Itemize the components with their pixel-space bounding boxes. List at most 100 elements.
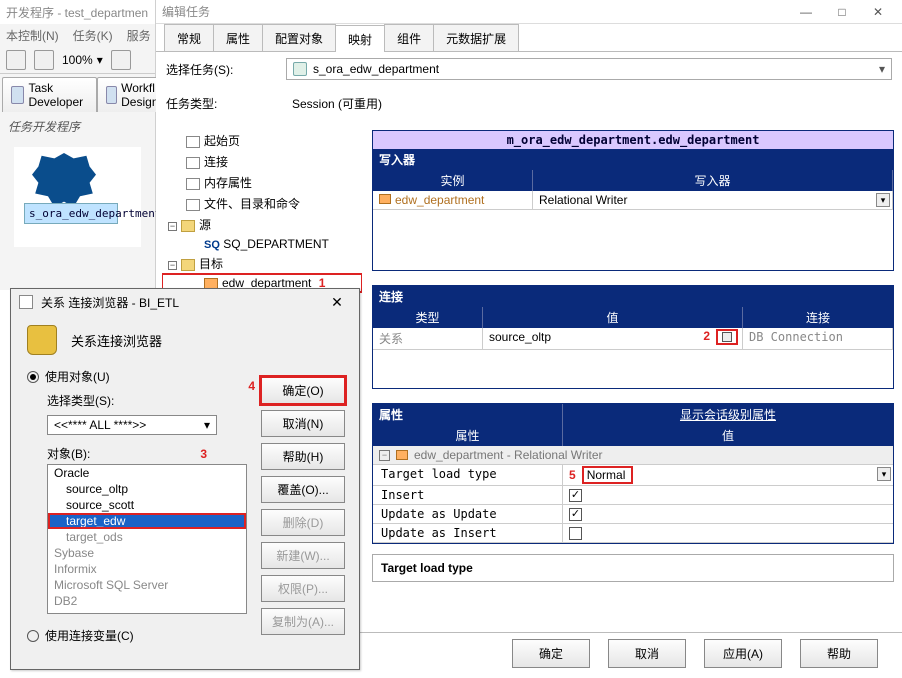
toolbar-print-icon[interactable] xyxy=(34,50,54,70)
ok-button[interactable]: 确定 xyxy=(512,639,590,668)
dialog-copyas-button[interactable]: 复制为(A)... xyxy=(261,608,345,635)
page-icon xyxy=(186,157,200,169)
conn-col-type: 类型 xyxy=(373,307,483,328)
objects-listbox[interactable]: Oracle source_oltp source_scott target_e… xyxy=(47,464,247,614)
writers-col-instance: 实例 xyxy=(373,170,533,191)
objects-label: 对象(B): xyxy=(47,445,90,462)
editor-title: 编辑任务 xyxy=(162,3,788,20)
chevron-down-icon[interactable]: ▾ xyxy=(97,53,103,67)
show-session-level-link[interactable]: 显示会话级别属性 xyxy=(563,404,893,425)
toolbar-save-icon[interactable] xyxy=(6,50,26,70)
dialog-override-button[interactable]: 覆盖(O)... xyxy=(261,476,345,503)
tree-start-page[interactable]: 起始页 xyxy=(204,134,240,148)
prop-value[interactable]: Normal xyxy=(582,466,634,484)
menu-control[interactable]: 本控制(N) xyxy=(6,27,59,44)
prop-update-as-insert[interactable]: Update as Insert xyxy=(373,524,893,543)
conn-row[interactable]: 关系 source_oltp 2 DB Connection xyxy=(373,328,893,350)
properties-section-label: 属性 xyxy=(373,404,563,425)
annotation-4: 4 xyxy=(248,379,255,393)
cancel-button[interactable]: 取消 xyxy=(608,639,686,668)
dialog-permissions-button[interactable]: 权限(P)... xyxy=(261,575,345,602)
tab-properties[interactable]: 属性 xyxy=(213,24,263,51)
menu-service[interactable]: 服务 xyxy=(127,27,151,44)
props-group-header[interactable]: − edw_department - Relational Writer xyxy=(373,446,893,465)
close-button[interactable]: ✕ xyxy=(860,1,896,23)
prop-key: Insert xyxy=(373,486,563,504)
chevron-down-icon[interactable]: ▾ xyxy=(879,62,885,76)
prop-key: Target load type xyxy=(373,465,563,485)
page-icon xyxy=(186,136,200,148)
page-icon xyxy=(186,178,200,190)
props-col-attr: 属性 xyxy=(373,425,563,446)
writers-row[interactable]: edw_department Relational Writer▾ xyxy=(373,191,893,210)
list-item-db2[interactable]: DB2 xyxy=(48,593,246,609)
chevron-down-icon[interactable]: ▾ xyxy=(204,418,210,432)
select-task-field[interactable]: s_ora_edw_department ▾ xyxy=(286,58,892,80)
tab-mapping[interactable]: 映射 xyxy=(335,25,385,52)
tab-general[interactable]: 常规 xyxy=(164,24,214,51)
dialog-cancel-button[interactable]: 取消(N) xyxy=(261,410,345,437)
list-item-informix[interactable]: Informix xyxy=(48,561,246,577)
select-type-combo[interactable]: <<**** ALL ****>> ▾ xyxy=(47,415,217,435)
session-gear-icon xyxy=(32,153,96,207)
minimize-button[interactable]: — xyxy=(788,1,824,23)
collapse-icon[interactable]: − xyxy=(379,450,390,461)
tree-memory[interactable]: 内存属性 xyxy=(204,176,252,190)
maximize-button[interactable]: □ xyxy=(824,1,860,23)
collapse-icon[interactable]: − xyxy=(168,222,177,231)
arrow-down-icon xyxy=(722,332,732,342)
list-item-source-oltp[interactable]: source_oltp xyxy=(48,481,246,497)
prop-target-load-type[interactable]: Target load type 5 Normal ▾ xyxy=(373,465,893,486)
properties-panel: 属性 显示会话级别属性 属性 值 − edw_department - Rela… xyxy=(372,403,894,544)
list-item-mssql[interactable]: Microsoft SQL Server xyxy=(48,577,246,593)
tree-files[interactable]: 文件、目录和命令 xyxy=(204,197,300,211)
list-item-source-scott[interactable]: source_scott xyxy=(48,497,246,513)
select-task-label: 选择任务(S): xyxy=(166,61,276,78)
session-node-label[interactable]: s_ora_edw_department xyxy=(24,203,118,224)
tree-targets-folder[interactable]: 目标 xyxy=(199,257,223,271)
tab-metadata-ext[interactable]: 元数据扩展 xyxy=(433,24,519,51)
browse-connection-button[interactable] xyxy=(716,329,738,345)
dialog-new-button[interactable]: 新建(W)... xyxy=(261,542,345,569)
navigator-canvas[interactable]: s_ora_edw_department xyxy=(14,147,141,247)
tab-components[interactable]: 组件 xyxy=(384,24,434,51)
dialog-delete-button[interactable]: 删除(D) xyxy=(261,509,345,536)
list-item-sybase[interactable]: Sybase xyxy=(48,545,246,561)
checkbox-unchecked-icon[interactable] xyxy=(569,527,582,540)
target-icon xyxy=(396,450,408,460)
checkbox-checked-icon[interactable]: ✓ xyxy=(569,508,582,521)
page-icon xyxy=(186,199,200,211)
toolbar-zoom-icon[interactable] xyxy=(111,50,131,70)
dialog-help-button[interactable]: 帮助(H) xyxy=(261,443,345,470)
tree-connection[interactable]: 连接 xyxy=(204,155,228,169)
apply-button[interactable]: 应用(A) xyxy=(704,639,782,668)
tab-config-objects[interactable]: 配置对象 xyxy=(262,24,336,51)
task-developer-icon xyxy=(11,86,24,104)
connection-browser-dialog: 关系 连接浏览器 - BI_ETL ✕ 关系连接浏览器 使用对象(U) 4 确定… xyxy=(10,288,360,670)
navigator-title: 任务开发程序 xyxy=(0,112,155,141)
folder-icon xyxy=(181,259,195,271)
chevron-down-icon[interactable]: ▾ xyxy=(877,467,891,481)
tree-sq-department[interactable]: SQ_DEPARTMENT xyxy=(223,237,329,251)
annotation-2: 2 xyxy=(703,329,710,343)
list-item-target-ods[interactable]: target_ods xyxy=(48,529,246,545)
collapse-icon[interactable]: − xyxy=(168,261,177,270)
dialog-close-button[interactable]: ✕ xyxy=(323,294,351,311)
conn-connection-value: DB Connection xyxy=(743,328,893,350)
prop-insert[interactable]: Insert ✓ xyxy=(373,486,893,505)
chevron-down-icon[interactable]: ▾ xyxy=(876,193,890,207)
tab-task-developer[interactable]: Task Developer xyxy=(2,77,97,112)
sq-icon: SQ xyxy=(204,239,220,251)
dialog-ok-button[interactable]: 确定(O) xyxy=(261,377,345,404)
prop-update-as-update[interactable]: Update as Update ✓ xyxy=(373,505,893,524)
help-button[interactable]: 帮助 xyxy=(800,639,878,668)
conn-col-connection: 连接 xyxy=(743,307,893,328)
list-item-oracle[interactable]: Oracle xyxy=(48,465,246,481)
dialog-icon xyxy=(19,295,33,309)
main-window-title: 开发程序 - test_departmen xyxy=(6,4,149,21)
menu-task[interactable]: 任务(K) xyxy=(73,27,113,44)
checkbox-checked-icon[interactable]: ✓ xyxy=(569,489,582,502)
list-item-target-edw[interactable]: target_edw xyxy=(48,513,246,529)
zoom-value[interactable]: 100% xyxy=(62,53,93,67)
tree-sources-folder[interactable]: 源 xyxy=(199,218,211,232)
